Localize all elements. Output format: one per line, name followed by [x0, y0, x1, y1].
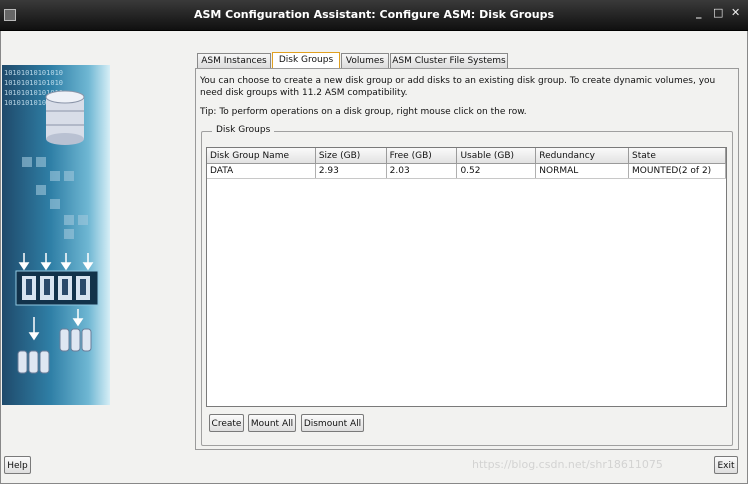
- column-header-redundancy[interactable]: Redundancy: [535, 148, 630, 164]
- help-button[interactable]: Help: [4, 456, 31, 474]
- mount-all-button[interactable]: Mount All: [248, 414, 296, 432]
- maximize-icon[interactable]: □: [713, 6, 723, 19]
- cell-usable: 0.52: [456, 163, 537, 179]
- table-row[interactable]: DATA 2.93 2.03 0.52 NORMAL MOUNTED(2 of …: [207, 163, 726, 179]
- cell-redundancy: NORMAL: [535, 163, 630, 179]
- close-icon[interactable]: ✕: [731, 6, 740, 19]
- watermark-text: https://blog.csdn.net/shr18611075: [472, 458, 663, 471]
- tab-disk-groups[interactable]: Disk Groups: [272, 52, 340, 69]
- tab-asm-cluster-file-systems[interactable]: ASM Cluster File Systems: [390, 53, 508, 68]
- disk-groups-group: Disk Groups Disk Group Name Size (GB) Fr…: [201, 125, 733, 446]
- window-title: ASM Configuration Assistant: Configure A…: [193, 8, 555, 21]
- dismount-all-button[interactable]: Dismount All: [301, 414, 364, 432]
- column-header-usable[interactable]: Usable (GB): [456, 148, 537, 164]
- create-button[interactable]: Create: [209, 414, 244, 432]
- tab-volumes[interactable]: Volumes: [341, 53, 389, 68]
- cell-name: DATA: [207, 163, 316, 179]
- disk-array-icon: [15, 270, 99, 306]
- cell-free: 2.03: [386, 163, 458, 179]
- column-header-free[interactable]: Free (GB): [386, 148, 458, 164]
- description-text: You can choose to create a new disk grou…: [200, 76, 716, 98]
- group-legend: Disk Groups: [212, 125, 275, 135]
- binary-text: 10101010101010: [4, 69, 63, 77]
- database-icon: [45, 90, 85, 145]
- column-header-name[interactable]: Disk Group Name: [207, 148, 316, 164]
- column-header-state[interactable]: State: [628, 148, 726, 164]
- minimize-icon[interactable]: _: [696, 6, 702, 19]
- tip-text: Tip: To perform operations on a disk gro…: [200, 107, 527, 117]
- cell-size: 2.93: [315, 163, 387, 179]
- title-bar: ASM Configuration Assistant: Configure A…: [0, 0, 748, 31]
- table-header-row: Disk Group Name Size (GB) Free (GB) Usab…: [207, 148, 726, 164]
- column-header-size[interactable]: Size (GB): [315, 148, 387, 164]
- disk-groups-panel: You can choose to create a new disk grou…: [195, 68, 739, 450]
- database-disk-illustration: 10101010101010 10101010101010 1010101010…: [2, 65, 110, 405]
- cell-state: MOUNTED(2 of 2): [628, 163, 726, 179]
- binary-text: 10101010101010: [4, 79, 63, 87]
- exit-button[interactable]: Exit: [714, 456, 738, 474]
- disk-groups-table[interactable]: Disk Group Name Size (GB) Free (GB) Usab…: [206, 147, 727, 407]
- tab-asm-instances[interactable]: ASM Instances: [197, 53, 271, 68]
